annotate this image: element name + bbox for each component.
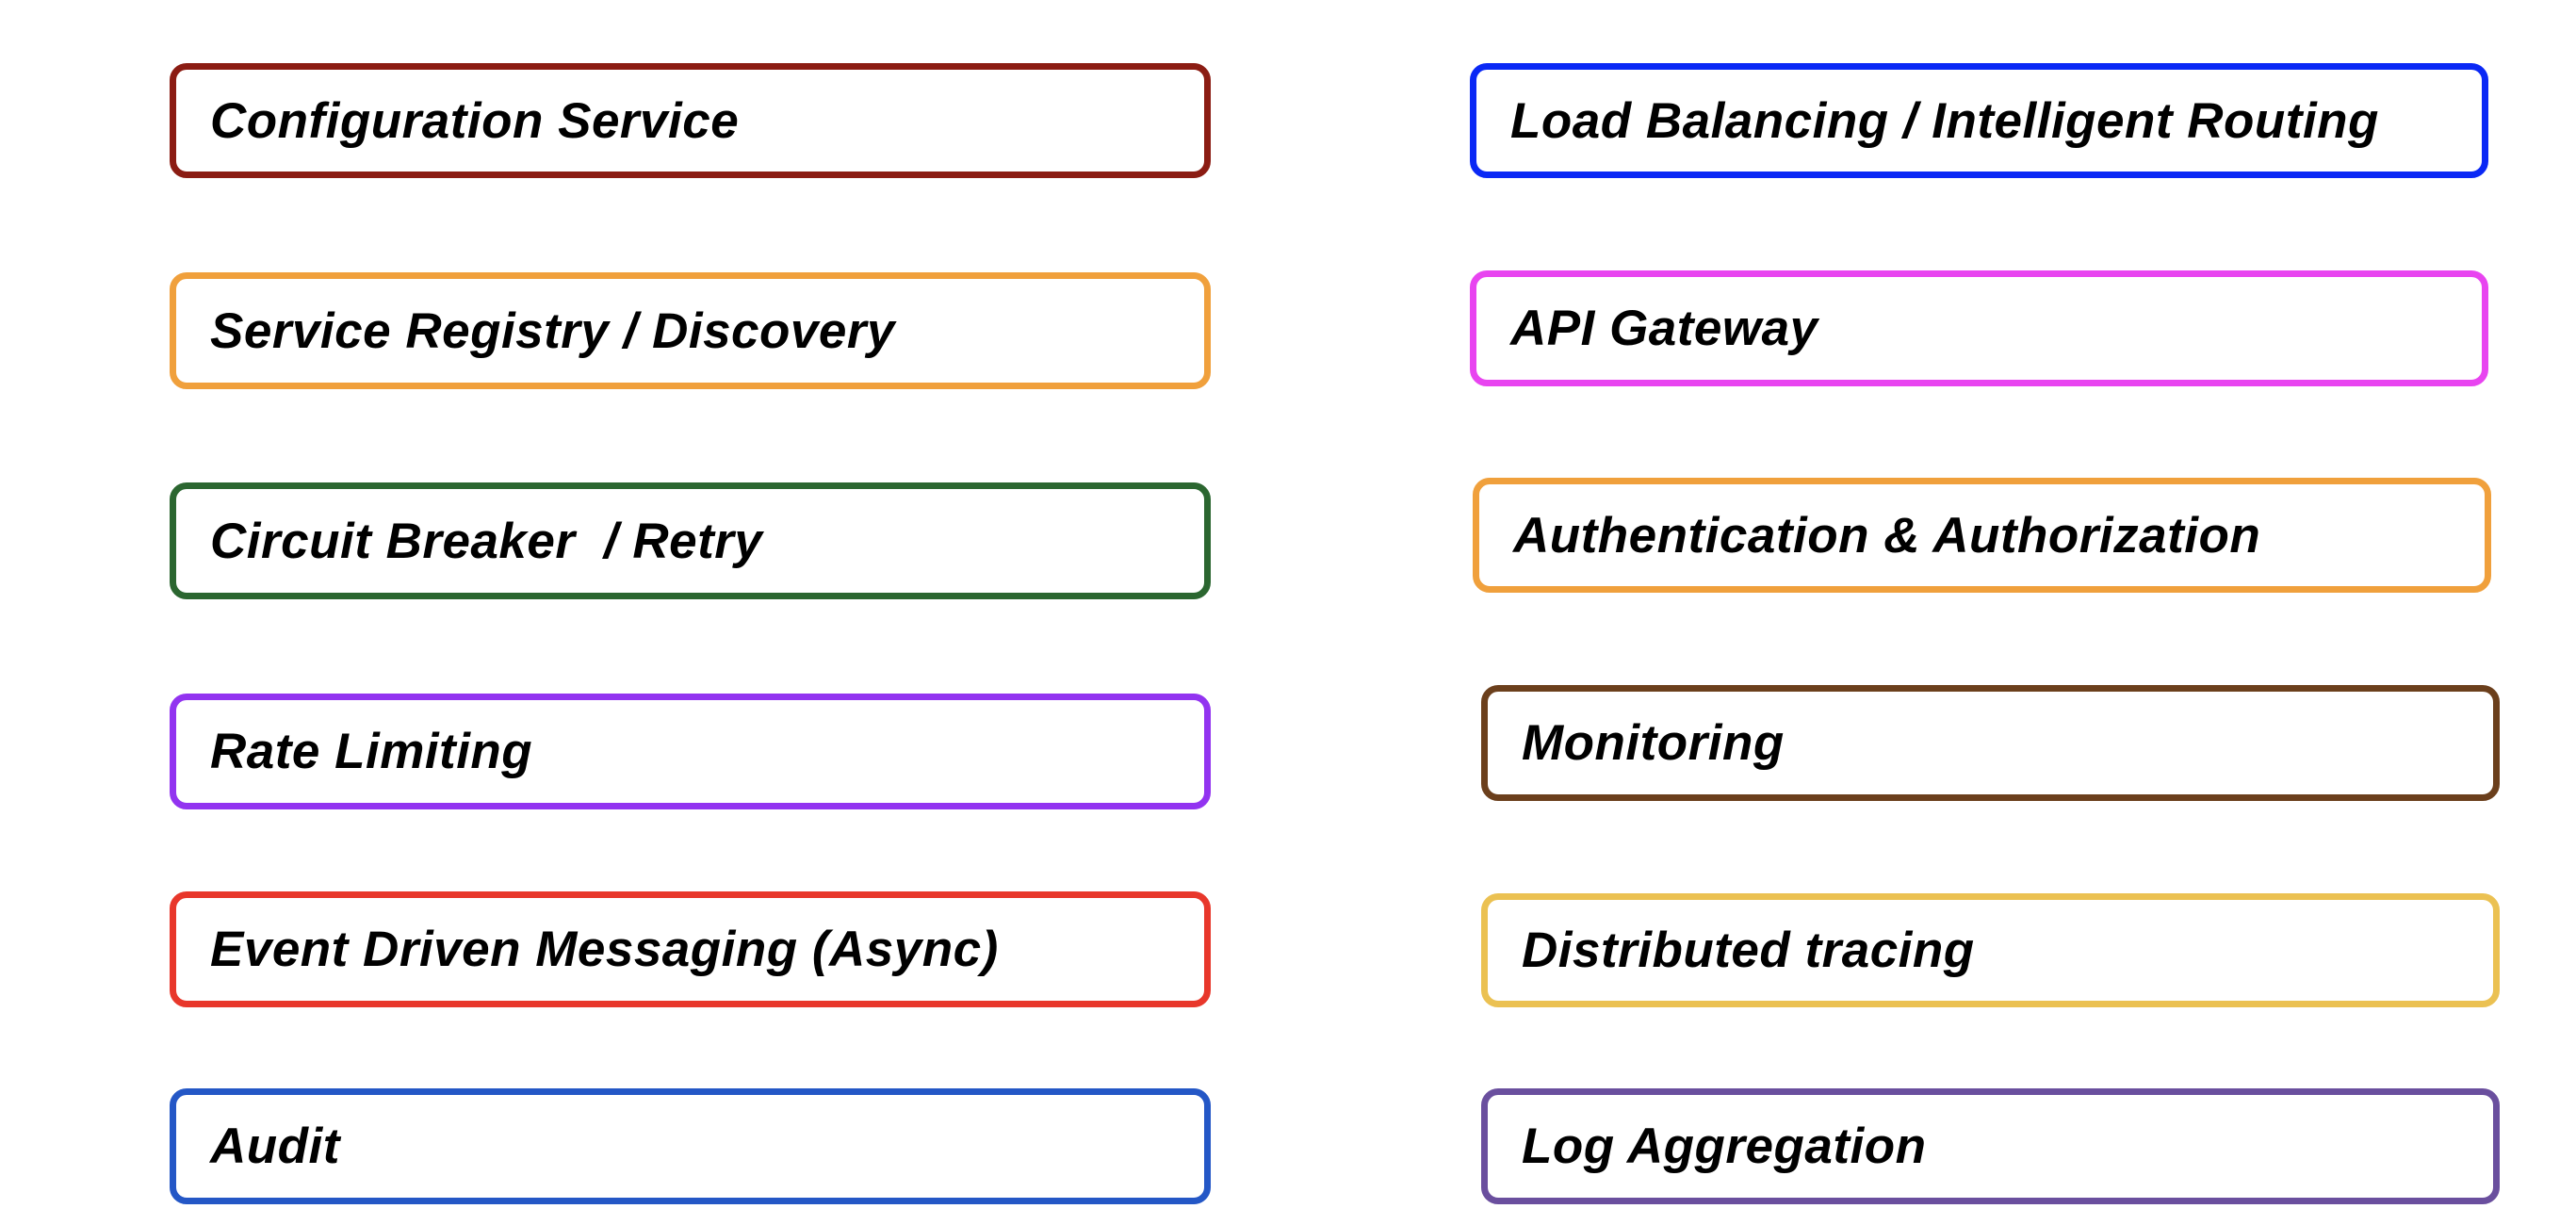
- box-authentication: Authentication & Authorization: [1473, 478, 2491, 593]
- box-label: Configuration Service: [210, 92, 740, 149]
- box-distributed-tracing: Distributed tracing: [1481, 893, 2500, 1007]
- box-event-driven-messaging: Event Driven Messaging (Async): [170, 891, 1211, 1007]
- box-api-gateway: API Gateway: [1470, 270, 2488, 386]
- box-label: Rate Limiting: [210, 724, 533, 779]
- box-service-registry: Service Registry / Discovery: [170, 272, 1211, 389]
- box-label: API Gateway: [1510, 301, 1818, 356]
- box-label: Load Balancing / Intelligent Routing: [1510, 92, 2379, 149]
- box-label: Circuit Breaker / Retry: [210, 513, 763, 569]
- box-configuration-service: Configuration Service: [170, 63, 1211, 178]
- box-label: Log Aggregation: [1522, 1119, 1927, 1174]
- box-label: Authentication & Authorization: [1513, 507, 2261, 564]
- box-label: Distributed tracing: [1522, 923, 1975, 978]
- box-label: Monitoring: [1522, 715, 1785, 771]
- box-rate-limiting: Rate Limiting: [170, 694, 1211, 809]
- box-monitoring: Monitoring: [1481, 685, 2500, 801]
- box-load-balancing: Load Balancing / Intelligent Routing: [1470, 63, 2488, 178]
- box-circuit-breaker: Circuit Breaker / Retry: [170, 482, 1211, 599]
- box-label: Audit: [210, 1119, 340, 1174]
- box-audit: Audit: [170, 1088, 1211, 1204]
- box-label: Service Registry / Discovery: [210, 302, 895, 359]
- box-log-aggregation: Log Aggregation: [1481, 1088, 2500, 1204]
- box-label: Event Driven Messaging (Async): [210, 922, 999, 977]
